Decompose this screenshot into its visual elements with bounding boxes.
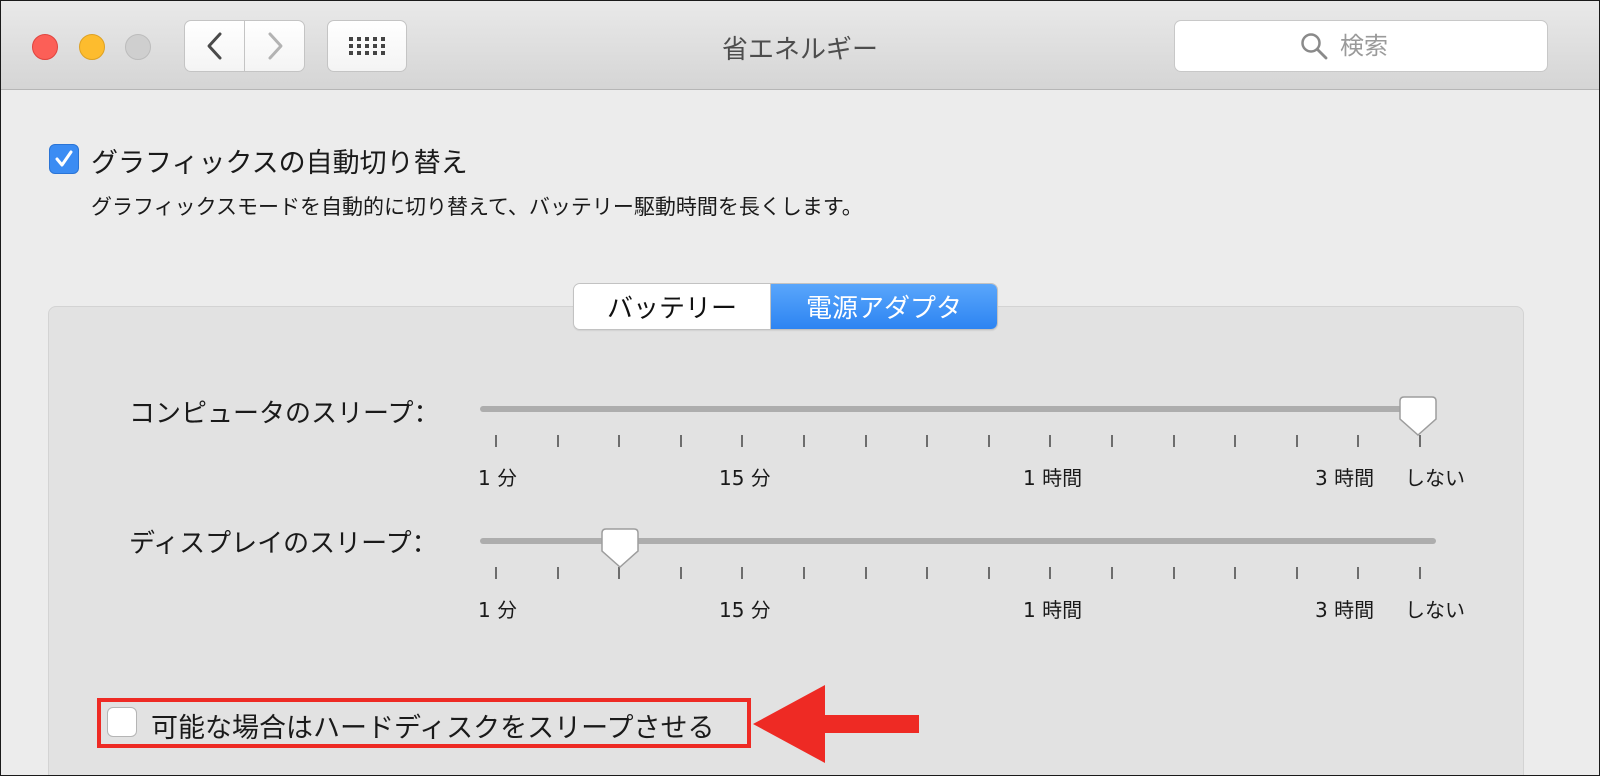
slider-tick: [1357, 435, 1359, 447]
slider-tick: [1357, 567, 1359, 579]
slider-tick: [557, 567, 559, 579]
slider-tick: [741, 567, 743, 579]
red-arrow-annotation: [753, 685, 919, 763]
tab-battery[interactable]: バッテリー: [574, 284, 771, 329]
slider-tick: [495, 567, 497, 579]
title-bar: 省エネルギー: [1, 1, 1599, 90]
slider-tick: [1111, 435, 1113, 447]
slider-tick: [1234, 567, 1236, 579]
computer-sleep-scale-label: 3 時間: [1315, 466, 1375, 490]
power-source-tabs: バッテリー 電源アダプタ: [573, 283, 998, 330]
computer-sleep-scale-label: しない: [1405, 466, 1465, 490]
search-icon: [1301, 33, 1328, 60]
slider-tick: [1296, 435, 1298, 447]
search-input[interactable]: [1338, 31, 1422, 61]
graphics-switching-label[interactable]: グラフィックスの自動切り替え: [91, 141, 468, 180]
display-sleep-scale-label: 15 分: [719, 598, 771, 622]
display-sleep-scale-label: 3 時間: [1315, 598, 1375, 622]
slider-tick: [495, 435, 497, 447]
slider-tick: [680, 567, 682, 579]
slider-tick: [926, 435, 928, 447]
slider-tick: [741, 435, 743, 447]
computer-sleep-scale-label: 15 分: [719, 466, 771, 490]
slider-tick: [1173, 567, 1175, 579]
computer-sleep-ticks: [495, 435, 1421, 447]
slider-tick: [1296, 567, 1298, 579]
search-field[interactable]: [1174, 20, 1548, 72]
slider-tick: [1049, 435, 1051, 447]
display-sleep-label: ディスプレイのスリープ：: [129, 529, 438, 559]
tab-power-adapter[interactable]: 電源アダプタ: [771, 284, 997, 329]
slider-tick: [1234, 435, 1236, 447]
slider-tick: [1111, 567, 1113, 579]
slider-tick: [803, 435, 805, 447]
computer-sleep-slider-thumb[interactable]: [1398, 395, 1438, 437]
slider-tick: [865, 567, 867, 579]
slider-tick: [557, 435, 559, 447]
computer-sleep-slider[interactable]: [480, 406, 1436, 412]
slider-tick: [1173, 435, 1175, 447]
highlight-box: [97, 698, 751, 748]
checkmark-icon: [55, 150, 73, 167]
computer-sleep-scale-label: 1 時間: [1023, 466, 1083, 490]
system-preferences-window: 省エネルギー グラフィックスの自動切り替え グラフィックスモードを自動的に切り替…: [0, 0, 1600, 776]
slider-tick: [988, 435, 990, 447]
slider-tick: [988, 567, 990, 579]
slider-tick: [1049, 567, 1051, 579]
slider-tick: [618, 435, 620, 447]
slider-tick: [1419, 567, 1421, 579]
display-sleep-scale-label: 1 分: [478, 598, 518, 622]
computer-sleep-scale-label: 1 分: [478, 466, 518, 490]
computer-sleep-label: コンピュータのスリープ：: [129, 399, 440, 429]
slider-tick: [803, 567, 805, 579]
slider-tick: [680, 435, 682, 447]
display-sleep-scale-label: しない: [1405, 598, 1465, 622]
graphics-switching-checkbox[interactable]: [49, 144, 79, 174]
slider-tick: [865, 435, 867, 447]
display-sleep-slider-thumb[interactable]: [600, 527, 640, 569]
slider-tick: [926, 567, 928, 579]
graphics-switching-description: グラフィックスモードを自動的に切り替えて、バッテリー駆動時間を長くします。: [91, 195, 863, 219]
display-sleep-scale-label: 1 時間: [1023, 598, 1083, 622]
